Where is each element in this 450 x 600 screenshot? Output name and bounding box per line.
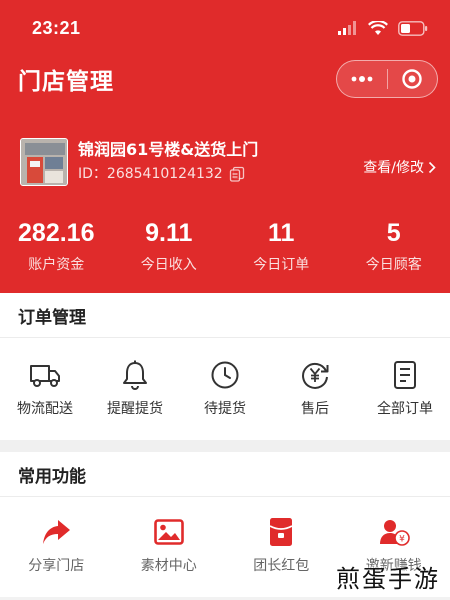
stat-label: 账户资金 xyxy=(28,257,85,273)
store-text: 锦润园61号楼&送货上门 ID：2685410124132 xyxy=(78,139,363,185)
status-bar: 23:21 xyxy=(0,0,450,56)
target-close-icon xyxy=(402,69,422,89)
order-item-all-orders[interactable]: 全部订单 xyxy=(360,358,450,440)
order-item-label: 物流配送 xyxy=(17,401,73,417)
more-button[interactable] xyxy=(337,61,387,97)
title-bar: 门店管理 xyxy=(0,56,450,102)
stat-account-funds[interactable]: 282.16 账户资金 xyxy=(0,218,113,274)
page-title: 门店管理 xyxy=(18,69,114,95)
section-divider xyxy=(0,440,450,452)
image-icon xyxy=(152,515,186,549)
signal-icon xyxy=(338,21,356,35)
store-info: 锦润园61号楼&送货上门 ID：2685410124132 查看/修改 xyxy=(20,138,436,186)
order-item-after-sales[interactable]: 售后 xyxy=(270,358,360,440)
header: 23:21 门店管理 锦润园61号楼&送货上门 ID：2685410124132… xyxy=(0,0,450,293)
store-id: ID：2685410124132 xyxy=(78,166,223,182)
stat-today-income[interactable]: 9.11 今日收入 xyxy=(113,218,226,274)
order-item-label: 全部订单 xyxy=(377,401,433,417)
view-edit-link[interactable]: 查看/修改 xyxy=(363,157,436,177)
order-item-label: 提醒提货 xyxy=(107,401,163,417)
invite-money-icon: ¥ xyxy=(377,515,411,549)
wifi-icon xyxy=(368,20,388,35)
store-name: 锦润园61号楼&送货上门 xyxy=(78,140,259,159)
truck-icon xyxy=(28,358,62,392)
stat-label: 今日顾客 xyxy=(365,257,422,273)
tool-share-store[interactable]: 分享门店 xyxy=(0,515,113,597)
status-icons xyxy=(338,20,428,36)
tool-label: 团长红包 xyxy=(253,558,310,574)
common-functions-title: 常用功能 xyxy=(0,452,450,497)
stat-today-orders[interactable]: 11 今日订单 xyxy=(225,218,338,274)
order-management-section: 订单管理 物流配送 提醒提货 待提货 售后 全部订单 xyxy=(0,293,450,440)
order-item-remind-pickup[interactable]: 提醒提货 xyxy=(90,358,180,440)
close-mini-program-button[interactable] xyxy=(388,61,438,97)
more-dots-icon xyxy=(351,76,373,82)
order-item-awaiting-pickup[interactable]: 待提货 xyxy=(180,358,270,440)
watermark: 煎蛋手游 xyxy=(336,565,440,593)
tool-material-center[interactable]: 素材中心 xyxy=(113,515,226,597)
red-envelope-icon xyxy=(264,515,298,549)
status-time: 23:21 xyxy=(32,17,81,38)
store-thumbnail xyxy=(20,138,68,186)
mini-program-capsule xyxy=(336,60,438,98)
order-item-logistics[interactable]: 物流配送 xyxy=(0,358,90,440)
svg-text:¥: ¥ xyxy=(399,535,405,545)
order-management-title: 订单管理 xyxy=(0,293,450,338)
stat-label: 今日订单 xyxy=(253,257,310,273)
document-icon xyxy=(388,358,422,392)
refund-icon xyxy=(298,358,332,392)
store-id-row: ID：2685410124132 xyxy=(78,163,363,185)
stats-row: 282.16 账户资金 9.11 今日收入 11 今日订单 5 今日顾客 xyxy=(0,218,450,274)
tool-label: 素材中心 xyxy=(140,558,197,574)
chevron-right-icon xyxy=(428,161,436,173)
stat-value: 11 xyxy=(268,219,295,247)
clock-icon xyxy=(208,358,242,392)
battery-icon xyxy=(398,20,428,36)
view-edit-label: 查看/修改 xyxy=(363,160,424,176)
share-icon xyxy=(39,515,73,549)
stat-value: 282.16 xyxy=(18,219,95,247)
order-item-label: 待提货 xyxy=(204,401,246,417)
bell-icon xyxy=(118,358,152,392)
order-item-label: 售后 xyxy=(301,401,329,417)
stat-value: 5 xyxy=(386,219,401,247)
order-grid: 物流配送 提醒提货 待提货 售后 全部订单 xyxy=(0,338,450,440)
copy-icon[interactable] xyxy=(229,166,245,182)
tool-leader-red-envelope[interactable]: 团长红包 xyxy=(225,515,338,597)
stat-today-customers[interactable]: 5 今日顾客 xyxy=(338,218,450,274)
stat-label: 今日收入 xyxy=(140,257,197,273)
tool-label: 分享门店 xyxy=(28,558,85,574)
stat-value: 9.11 xyxy=(145,219,193,247)
